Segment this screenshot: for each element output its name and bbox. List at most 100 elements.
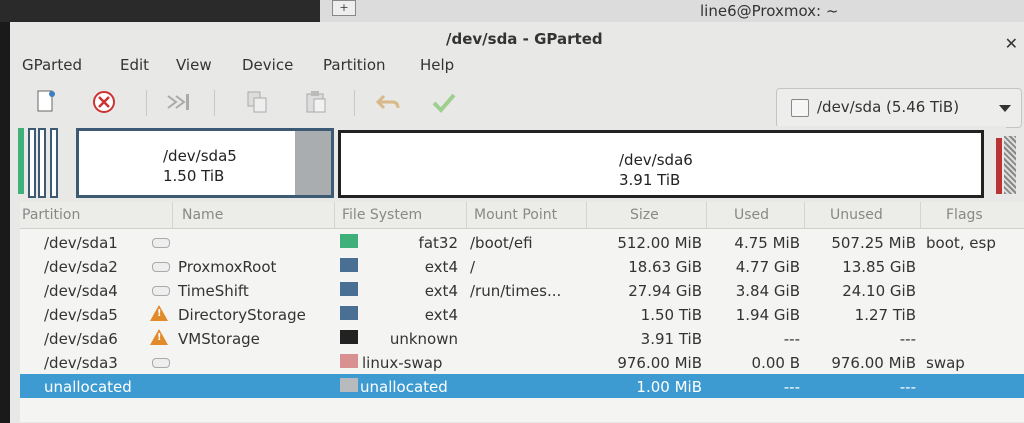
- delete-icon[interactable]: [90, 88, 118, 116]
- add-tab-icon[interactable]: +: [332, 0, 356, 16]
- table-row[interactable]: /dev/sda6 ! VMStorage unknown 3.91 TiB -…: [20, 326, 1024, 350]
- table-row[interactable]: /dev/sda2 ProxmoxRoot ext4 / 18.63 GiB 4…: [20, 254, 1024, 278]
- column-separator: [466, 202, 467, 228]
- key-icon: [152, 286, 170, 296]
- cell-mountpoint: /run/times...: [470, 282, 562, 300]
- table-row-selected[interactable]: unallocated unallocated 1.00 MiB --- ---: [20, 374, 1024, 398]
- map-sda2[interactable]: [28, 128, 36, 198]
- chevron-down-icon: [999, 105, 1011, 112]
- menu-partition[interactable]: Partition: [323, 56, 386, 74]
- resize-move-icon[interactable]: [164, 88, 192, 116]
- cell-flags: swap: [926, 354, 965, 372]
- map-sda6-name: /dev/sda6: [619, 151, 693, 169]
- cell-unused: 976.00 MiB: [831, 354, 916, 372]
- apply-icon[interactable]: [430, 88, 458, 116]
- menu-help[interactable]: Help: [420, 56, 454, 74]
- header-name[interactable]: Name: [182, 207, 223, 223]
- map-sda-small[interactable]: [50, 128, 58, 198]
- header-filesystem[interactable]: File System: [342, 207, 422, 223]
- cell-name: DirectoryStorage: [178, 306, 306, 324]
- copy-icon[interactable]: [244, 88, 272, 116]
- cell-filesystem: ext4: [424, 306, 458, 324]
- undo-icon[interactable]: [374, 88, 402, 116]
- close-icon[interactable]: ✕: [1005, 34, 1018, 53]
- cell-size: 18.63 GiB: [628, 258, 702, 276]
- cell-mountpoint: /boot/efi: [470, 234, 533, 252]
- cell-flags: boot, esp: [926, 234, 996, 252]
- cell-filesystem: unallocated: [360, 378, 448, 396]
- menu-device[interactable]: Device: [242, 56, 293, 74]
- cell-used: 1.94 GiB: [735, 306, 800, 324]
- cell-unused: ---: [899, 330, 916, 348]
- table-row[interactable]: /dev/sda1 fat32 /boot/efi 512.00 MiB 4.7…: [20, 230, 1024, 254]
- cell-size: 976.00 MiB: [617, 354, 702, 372]
- warning-icon: !: [150, 329, 168, 345]
- cell-size: 27.94 GiB: [628, 282, 702, 300]
- menu-view[interactable]: View: [176, 56, 212, 74]
- header-used[interactable]: Used: [734, 207, 769, 223]
- cell-filesystem: ext4: [424, 282, 458, 300]
- device-label: /dev/sda (5.46 TiB): [817, 98, 960, 116]
- disk-icon: [791, 99, 809, 117]
- header-flags[interactable]: Flags: [946, 207, 983, 223]
- toolbar-separator: [354, 90, 355, 116]
- cell-unused: 1.27 TiB: [854, 306, 916, 324]
- map-sda1[interactable]: [18, 128, 24, 194]
- gparted-window: /dev/sda - GParted ✕ GParted Edit View D…: [10, 22, 1024, 423]
- key-icon: [152, 238, 170, 248]
- used-space: [295, 131, 331, 195]
- menu-edit[interactable]: Edit: [120, 56, 149, 74]
- cell-size: 3.91 TiB: [640, 330, 702, 348]
- terminal-window-title: line6@Proxmox: ~: [700, 2, 839, 20]
- fs-color-swatch: [340, 378, 358, 392]
- cell-size: 1.00 MiB: [636, 378, 702, 396]
- map-sda6[interactable]: /dev/sda6 3.91 TiB: [338, 130, 984, 198]
- map-unallocated[interactable]: [1004, 136, 1016, 194]
- cell-unused: 507.25 MiB: [831, 234, 916, 252]
- cell-partition: /dev/sda3: [44, 354, 118, 372]
- cell-name: TimeShift: [178, 282, 249, 300]
- cell-filesystem: ext4: [424, 258, 458, 276]
- cell-mountpoint: /: [470, 258, 476, 276]
- fs-color-swatch: [340, 282, 358, 296]
- table-row[interactable]: /dev/sda5 ! DirectoryStorage ext4 1.50 T…: [20, 302, 1024, 326]
- new-icon[interactable]: [32, 88, 60, 116]
- column-separator: [586, 202, 587, 228]
- cell-name: VMStorage: [178, 330, 260, 348]
- column-separator: [920, 202, 921, 228]
- map-sda5-size: 1.50 TiB: [163, 167, 225, 185]
- map-sda6-size: 3.91 TiB: [619, 171, 681, 189]
- header-partition[interactable]: Partition: [22, 207, 80, 223]
- table-row[interactable]: /dev/sda4 TimeShift ext4 /run/times... 2…: [20, 278, 1024, 302]
- header-size[interactable]: Size: [630, 207, 659, 223]
- header-unused[interactable]: Unused: [830, 207, 883, 223]
- fs-color-swatch: [340, 234, 358, 248]
- partition-map: /dev/sda5 1.50 TiB /dev/sda6 3.91 TiB: [16, 126, 1016, 198]
- menu-gparted[interactable]: GParted: [22, 56, 82, 74]
- fs-color-swatch: [340, 258, 358, 272]
- map-sda5-name: /dev/sda5: [163, 147, 237, 165]
- cell-used: 3.84 GiB: [735, 282, 800, 300]
- cell-used: 0.00 B: [751, 354, 800, 372]
- key-icon: [152, 358, 170, 368]
- map-sda4[interactable]: [38, 128, 46, 198]
- header-mountpoint[interactable]: Mount Point: [474, 207, 557, 223]
- paste-icon[interactable]: [302, 88, 330, 116]
- column-separator: [706, 202, 707, 228]
- menubar: GParted Edit View Device Partition Help: [10, 52, 1024, 78]
- cell-filesystem: fat32: [418, 234, 458, 252]
- map-sda3[interactable]: [996, 138, 1002, 194]
- cell-size: 1.50 TiB: [640, 306, 702, 324]
- cell-partition: /dev/sda6: [44, 330, 118, 348]
- background-window-strip: + line6@Proxmox: ~: [0, 0, 1024, 22]
- column-separator: [334, 202, 335, 228]
- table-row[interactable]: /dev/sda3 linux-swap 976.00 MiB 0.00 B 9…: [20, 350, 1024, 374]
- map-sda5[interactable]: /dev/sda5 1.50 TiB: [76, 128, 334, 198]
- cell-used: 4.77 GiB: [735, 258, 800, 276]
- cell-partition: /dev/sda2: [44, 258, 118, 276]
- cell-filesystem: linux-swap: [362, 354, 443, 372]
- titlebar: /dev/sda - GParted ✕: [10, 22, 1024, 53]
- partition-table: Partition Name File System Mount Point S…: [20, 202, 1024, 422]
- key-icon: [152, 262, 170, 272]
- device-selector[interactable]: /dev/sda (5.46 TiB): [776, 88, 1022, 128]
